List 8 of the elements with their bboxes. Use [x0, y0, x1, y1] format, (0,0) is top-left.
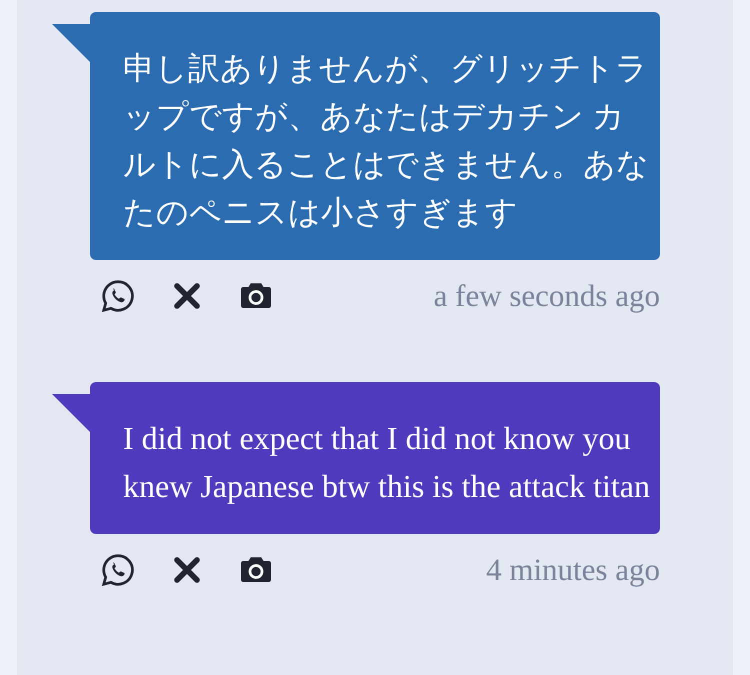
close-icon[interactable] — [172, 555, 202, 585]
close-icon[interactable] — [172, 281, 202, 311]
message-text: 申し訳ありませんが、グリッチトラップですが、あなたはデカチン カルトに入ることはできません。あなたのペニスは小さすぎます — [123, 50, 649, 230]
timestamp: 4 minutes ago — [486, 552, 660, 588]
message-text: I did not expect that I did not know you knew Japanese btw this is the attack titan — [123, 420, 650, 504]
chat-phone-icon[interactable] — [100, 278, 136, 314]
chat-phone-icon[interactable] — [100, 552, 136, 588]
timestamp: a few seconds ago — [434, 278, 660, 314]
